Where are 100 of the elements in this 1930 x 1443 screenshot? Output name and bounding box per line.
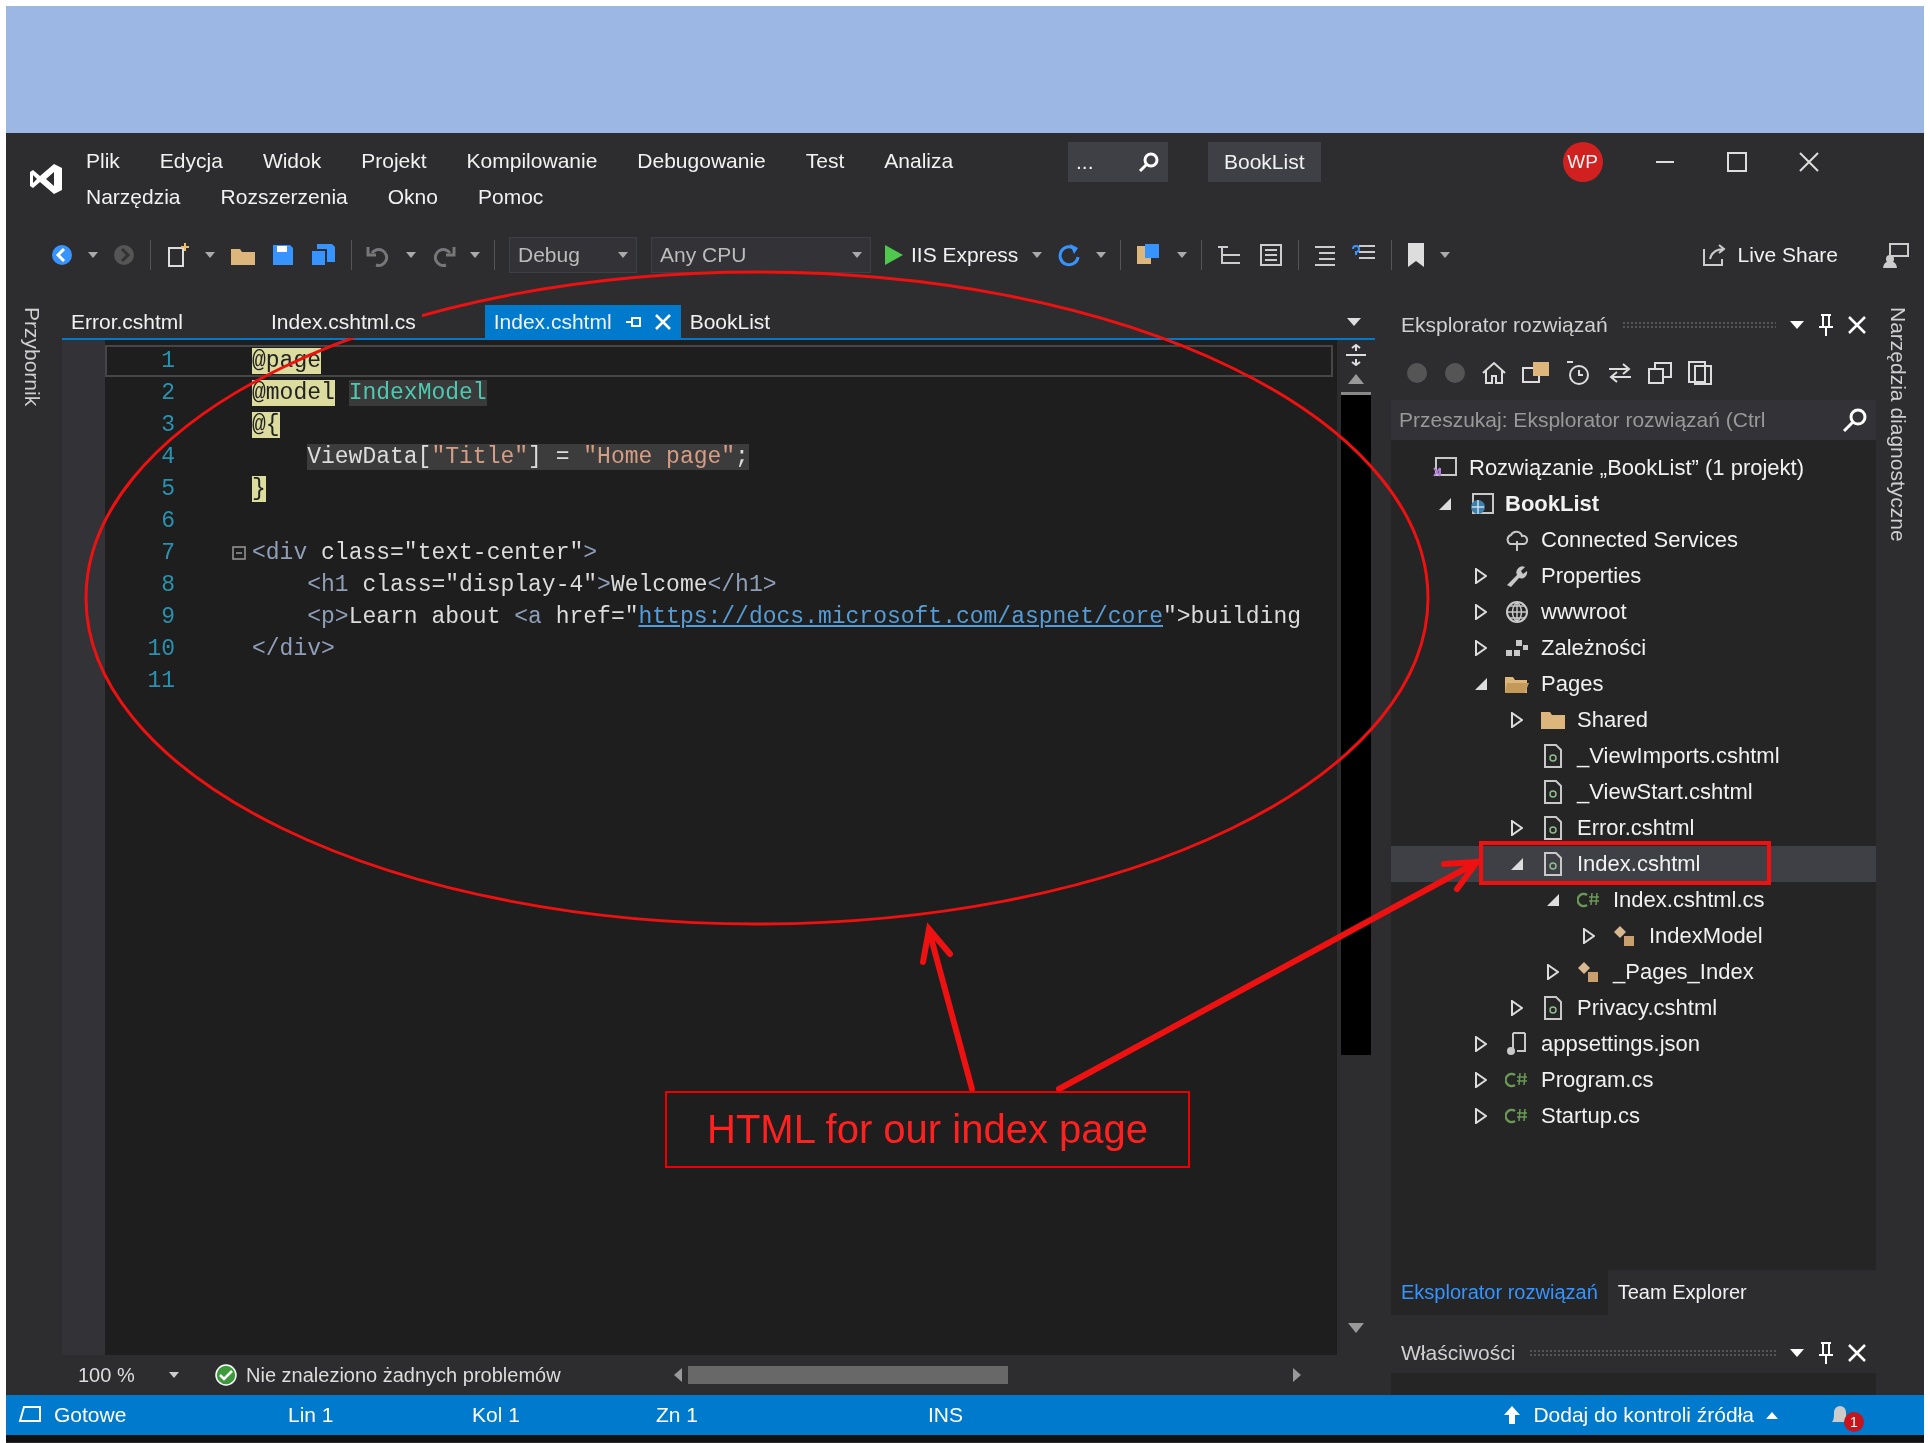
search-field[interactable]: Przeszukaj: Eksplorator rozwiązań (Ctrl	[1391, 400, 1876, 440]
pin-icon[interactable]	[1818, 314, 1834, 336]
caret-icon	[470, 252, 480, 258]
expanded-arrow-icon[interactable]	[1474, 677, 1488, 691]
tree-item[interactable]: Error.cshtml	[1391, 810, 1876, 846]
horizontal-scrollbar[interactable]	[674, 1366, 1301, 1384]
folder-icon	[1539, 709, 1567, 731]
collapsed-arrow-icon[interactable]	[1475, 640, 1487, 656]
code-token: href="	[554, 604, 639, 630]
editor-tab[interactable]: Index.cshtml.cs	[262, 305, 425, 338]
feedback-icon[interactable]	[1882, 242, 1910, 268]
collapsed-arrow-icon[interactable]	[1511, 820, 1523, 836]
expanded-arrow-icon[interactable]	[1510, 857, 1524, 871]
tree-item[interactable]: Index.cshtml	[1391, 846, 1876, 882]
tree-item[interactable]: Shared	[1391, 702, 1876, 738]
toolbox-tab[interactable]: Przybornik	[20, 307, 44, 407]
caret-icon	[88, 252, 98, 258]
dropdown-icon[interactable]	[1790, 321, 1804, 329]
tree-item[interactable]: wwwroot	[1391, 594, 1876, 630]
tree-item[interactable]: Connected Services	[1391, 522, 1876, 558]
menu-item[interactable]: Analiza	[884, 149, 954, 173]
menu-item[interactable]: Narzędzia	[86, 185, 181, 209]
pin-icon[interactable]	[1818, 1342, 1834, 1364]
tree-item[interactable]: Rozwiązanie „BookList” (1 projekt)	[1391, 450, 1876, 486]
zoom-dropdown[interactable]: 100 %	[72, 1358, 204, 1392]
tree-item[interactable]: _ViewStart.cshtml	[1391, 774, 1876, 810]
collapsed-arrow-icon[interactable]	[1583, 928, 1595, 944]
diagnostic-tools-tab[interactable]: Narzędzia diagnostyczne	[1886, 307, 1910, 542]
menu-item[interactable]: Projekt	[361, 149, 427, 173]
comment-icon[interactable]	[1313, 244, 1338, 266]
menu-item[interactable]: Pomoc	[478, 185, 544, 209]
collapsed-arrow-icon[interactable]	[1475, 604, 1487, 620]
maximize-icon[interactable]	[1726, 152, 1747, 172]
menu-item[interactable]: Okno	[387, 185, 438, 209]
back-icon[interactable]	[50, 243, 74, 267]
sync-icon[interactable]	[1607, 360, 1633, 385]
menu-item[interactable]: Rozszerzenia	[220, 185, 348, 209]
code-token: <a	[514, 604, 542, 630]
problems-status[interactable]: Nie znaleziono żadnych problemów	[246, 1363, 561, 1387]
save-all-icon[interactable]	[309, 242, 337, 268]
collapsed-arrow-icon[interactable]	[1511, 712, 1523, 728]
code-link[interactable]: https://docs.microsoft.com/aspnet/core	[638, 604, 1163, 630]
run-button[interactable]: IIS Express	[885, 243, 1019, 267]
tree-item[interactable]: Index.cshtml.cs	[1391, 882, 1876, 918]
menu-item[interactable]: Kompilowanie	[466, 149, 598, 173]
home-icon[interactable]	[1481, 360, 1507, 385]
tab-list-dropdown-icon[interactable]	[1347, 317, 1361, 326]
editor-tab[interactable]: BookList	[680, 305, 780, 338]
platform-dropdown[interactable]: Any CPU	[651, 237, 871, 273]
bookmark-icon[interactable]	[1406, 242, 1427, 268]
tree-item[interactable]: _ViewImports.cshtml	[1391, 738, 1876, 774]
caret-icon	[1177, 252, 1188, 258]
tree-item[interactable]: Pages	[1391, 666, 1876, 702]
collapsed-arrow-icon[interactable]	[1475, 568, 1487, 584]
quick-launch-field[interactable]: ...	[1068, 142, 1168, 182]
code-token: ;	[735, 444, 749, 470]
menu-item[interactable]: Test	[805, 149, 845, 173]
collapse-all-icon[interactable]	[1647, 360, 1673, 385]
tree-item[interactable]: Privacy.cshtml	[1391, 990, 1876, 1026]
code-token: }	[252, 476, 266, 502]
save-icon[interactable]	[271, 243, 295, 267]
account-avatar[interactable]: WP	[1562, 142, 1603, 182]
live-share-button[interactable]: Live Share	[1701, 243, 1838, 267]
collapsed-arrow-icon[interactable]	[1475, 1072, 1487, 1088]
panel-tab[interactable]: Eksplorator rozwiązań	[1391, 1270, 1608, 1315]
source-control-button[interactable]: Dodaj do kontroli źródła	[1503, 1403, 1778, 1427]
code-token: <p>	[307, 604, 349, 630]
menu-item[interactable]: Widok	[262, 149, 322, 173]
tree-item[interactable]: appsettings.json	[1391, 1026, 1876, 1062]
collapsed-arrow-icon[interactable]	[1547, 964, 1559, 980]
list-view-icon[interactable]	[1258, 242, 1285, 268]
caret-icon	[852, 252, 862, 258]
tree-item[interactable]: Startup.cs	[1391, 1098, 1876, 1134]
tree-item[interactable]: Properties	[1391, 558, 1876, 594]
tree-item[interactable]: BookList	[1391, 486, 1876, 522]
editor-tab[interactable]: Error.cshtml	[62, 305, 192, 338]
panel-title: Eksplorator rozwiązań	[1401, 313, 1608, 337]
csharp-file-icon	[1505, 1108, 1529, 1124]
tree-item[interactable]: IndexModel	[1391, 918, 1876, 954]
razor-file-icon	[1542, 815, 1564, 841]
collapsed-arrow-icon[interactable]	[1475, 1108, 1487, 1124]
show-all-files-icon[interactable]	[1687, 359, 1713, 386]
switch-views-icon[interactable]	[1521, 359, 1551, 386]
collapsed-arrow-icon[interactable]	[1511, 1000, 1523, 1016]
new-item-icon[interactable]	[165, 242, 191, 268]
line-number: 10	[146, 636, 175, 662]
collapsed-arrow-icon[interactable]	[1475, 1036, 1487, 1052]
menu-item[interactable]: Edycja	[159, 149, 223, 173]
menu-item[interactable]: Plik	[86, 149, 120, 173]
close-icon[interactable]	[1798, 152, 1819, 172]
tree-item[interactable]: _Pages_Index	[1391, 954, 1876, 990]
expanded-arrow-icon[interactable]	[1546, 893, 1560, 907]
dropdown-icon[interactable]	[1790, 1349, 1804, 1357]
configuration-dropdown[interactable]: Debug	[509, 237, 637, 273]
expanded-arrow-icon[interactable]	[1438, 497, 1452, 511]
tree-item[interactable]: Zależności	[1391, 630, 1876, 666]
collapse-box-icon[interactable]	[232, 546, 246, 560]
code-token: Learn about	[348, 604, 502, 630]
menu-item[interactable]: Debugowanie	[637, 149, 766, 173]
tree-item[interactable]: Program.cs	[1391, 1062, 1876, 1098]
